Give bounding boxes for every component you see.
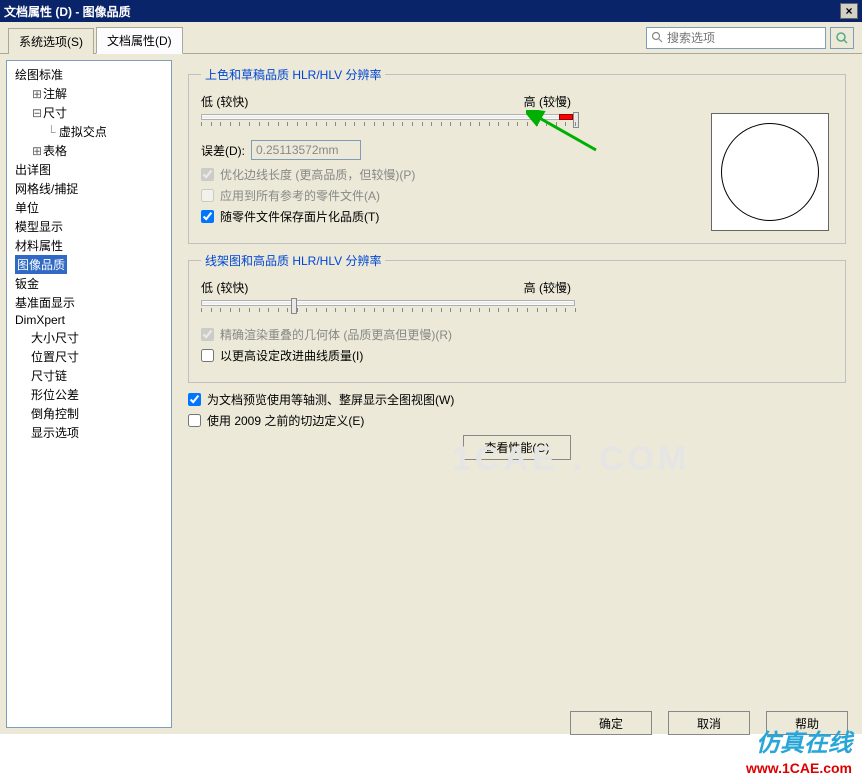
tree-units[interactable]: 单位 [9, 198, 169, 217]
tab-document-properties[interactable]: 文档属性(D) [96, 27, 183, 54]
deviation-label: 误差(D): [201, 142, 245, 159]
ok-button[interactable]: 确定 [570, 711, 652, 735]
close-button[interactable]: × [840, 3, 858, 19]
search-wrap [646, 27, 854, 49]
tree-image-quality[interactable]: 图像品质 [15, 255, 67, 274]
tree-tables[interactable]: ⊞表格 [9, 141, 169, 160]
preview-circle [721, 123, 819, 221]
improve-curve-checkbox[interactable] [201, 349, 214, 362]
iso-preview-checkbox[interactable] [188, 393, 201, 406]
tree-location-dim[interactable]: 位置尺寸 [9, 347, 169, 366]
old-tangent-label: 使用 2009 之前的切边定义(E) [207, 412, 364, 429]
tree-plane-display[interactable]: 基准面显示 [9, 293, 169, 312]
apply-refs-checkbox [201, 189, 214, 202]
search-box[interactable] [646, 27, 826, 49]
wireframe-quality-slider[interactable] [201, 298, 581, 318]
tree-size-dim[interactable]: 大小尺寸 [9, 328, 169, 347]
slider2-low-label: 低 (较快) [201, 279, 248, 296]
tree-drafting-std[interactable]: 绘图标准 [9, 65, 169, 84]
tree-material-props[interactable]: 材料属性 [9, 236, 169, 255]
precise-render-checkbox [201, 328, 214, 341]
deviation-input[interactable] [251, 140, 361, 160]
tree-model-display[interactable]: 模型显示 [9, 217, 169, 236]
watermark: 仿真在线 www.1CAE.com [746, 728, 852, 777]
search-button[interactable] [830, 27, 854, 49]
shaded-quality-slider[interactable] [201, 112, 581, 132]
preview-box [711, 113, 829, 231]
apply-refs-label: 应用到所有参考的零件文件(A) [220, 187, 380, 204]
cancel-button[interactable]: 取消 [668, 711, 750, 735]
toolbar: 系统选项(S) 文档属性(D) [0, 22, 862, 54]
category-tree[interactable]: 绘图标准 ⊞注解 ⊟尺寸 └ 虚拟交点 ⊞表格 出详图 网格线/捕捉 单位 模型… [6, 60, 172, 728]
search-input[interactable] [667, 31, 822, 45]
tree-chain-dim[interactable]: 尺寸链 [9, 366, 169, 385]
title-bar: 文档属性 (D) - 图像品质 × [0, 0, 862, 22]
optimize-edge-label: 优化边线长度 (更高品质，但较慢)(P) [220, 166, 415, 183]
tree-dimxpert[interactable]: DimXpert [9, 312, 169, 328]
slider1-low-label: 低 (较快) [201, 93, 248, 110]
tree-display-opt[interactable]: 显示选项 [9, 423, 169, 442]
shaded-quality-legend: 上色和草稿品质 HLR/HLV 分辨率 [201, 66, 385, 83]
improve-curve-label: 以更高设定改进曲线质量(I) [220, 347, 363, 364]
save-tess-label: 随零件文件保存面片化品质(T) [220, 208, 379, 225]
tab-system-options[interactable]: 系统选项(S) [8, 28, 94, 54]
tree-sheet-metal[interactable]: 钣金 [9, 274, 169, 293]
precise-render-label: 精确渲染重叠的几何体 (品质更高但更慢)(R) [220, 326, 452, 343]
shaded-quality-group: 上色和草稿品质 HLR/HLV 分辨率 低 (较快) 高 (较慢) 误差(D):… [188, 66, 846, 244]
content-panel: 1CAE . COM 上色和草稿品质 HLR/HLV 分辨率 低 (较快) 高 … [172, 60, 856, 728]
tree-virtual-sharps[interactable]: └ 虚拟交点 [9, 122, 169, 141]
tree-dimensions[interactable]: ⊟尺寸 [9, 103, 169, 122]
tree-annotations[interactable]: ⊞注解 [9, 84, 169, 103]
view-performance-button[interactable]: 查看性能(G) [463, 435, 570, 460]
tabs: 系统选项(S) 文档属性(D) [8, 26, 183, 53]
watermark-url: www.1CAE.com [746, 759, 852, 777]
wireframe-quality-group: 线架图和高品质 HLR/HLV 分辨率 低 (较快) 高 (较慢) 精确渲染重叠… [188, 252, 846, 383]
tree-grid-snap[interactable]: 网格线/捕捉 [9, 179, 169, 198]
watermark-brand: 仿真在线 [746, 728, 852, 759]
window-title: 文档属性 (D) - 图像品质 [4, 3, 131, 20]
old-tangent-checkbox[interactable] [188, 414, 201, 427]
slider1-high-label: 高 (较慢) [524, 93, 571, 110]
tree-chamfer[interactable]: 倒角控制 [9, 404, 169, 423]
search-icon [651, 31, 663, 46]
iso-preview-label: 为文档预览使用等轴测、整屏显示全图视图(W) [207, 391, 454, 408]
slider2-high-label: 高 (较慢) [524, 279, 571, 296]
tree-detailing[interactable]: 出详图 [9, 160, 169, 179]
tree-geo-tol[interactable]: 形位公差 [9, 385, 169, 404]
optimize-edge-checkbox [201, 168, 214, 181]
save-tess-checkbox[interactable] [201, 210, 214, 223]
wireframe-quality-legend: 线架图和高品质 HLR/HLV 分辨率 [201, 252, 385, 269]
